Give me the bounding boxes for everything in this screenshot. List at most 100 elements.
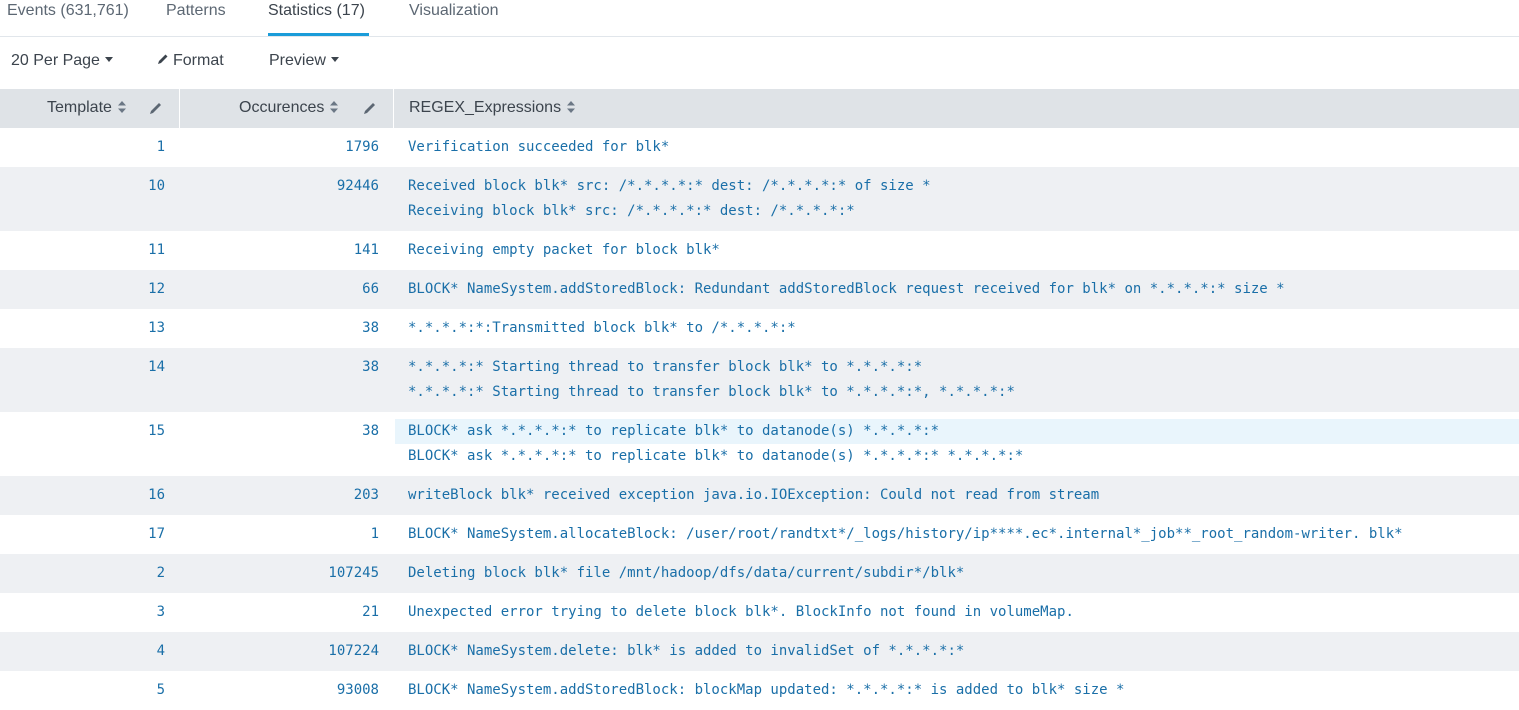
regex-line: BLOCK* NameSystem.addStoredBlock: blockM… [408,682,1125,698]
preview-dropdown[interactable]: Preview [269,51,339,71]
regex-cell: Deleting block blk* file /mnt/hadoop/dfs… [408,561,964,586]
table-row[interactable]: 5 93008 BLOCK* NameSystem.addStoredBlock: … [0,671,1519,710]
preview-label: Preview [269,52,326,69]
occurrences-cell: 203 [353,487,379,503]
table-body: 1 1796 Verification succeeded for blk* 10 92… [0,128,1519,710]
table-row[interactable]: 17 1 BLOCK* NameSystem.allocateBlock: /use… [0,515,1519,554]
regex-cell: *.*.*.*:* Starting thread to transfer bl… [408,355,1015,405]
caret-down-icon [104,57,113,63]
table-row[interactable]: 10 92446 Received block blk* src: /*.*.*.*… [0,167,1519,231]
regex-cell: Verification succeeded for blk* [408,135,669,160]
template-cell: 12 [148,281,165,297]
regex-line: *.*.*.*:* Starting thread to transfer bl… [408,384,1015,400]
template-cell: 13 [148,320,165,336]
tab-patterns-label: Patterns [166,2,226,19]
template-cell: 10 [148,178,165,194]
regex-cell: BLOCK* NameSystem.allocateBlock: /user/r… [408,522,1403,547]
tab-patterns[interactable]: Patterns [166,0,226,36]
regex-line: Receiving block blk* src: /*.*.*.*:* des… [408,203,855,219]
occurrences-cell: 141 [353,242,379,258]
occurrences-cell: 93008 [336,682,379,698]
regex-line: Verification succeeded for blk* [408,139,670,155]
occurrences-cell: 38 [362,320,379,336]
column-header-regex-expressions[interactable]: REGEX_Expressions [409,89,576,128]
table-row[interactable]: 11 141 Receiving empty packet for block bl… [0,231,1519,270]
column-divider [393,89,394,128]
regex-cell: Unexpected error trying to delete block … [408,600,1074,625]
tab-events-label: Events (631,761) [7,2,129,19]
regex-cell: Receiving empty packet for block blk* [408,238,720,263]
occurrences-cell: 38 [362,359,379,375]
occurrences-cell: 1 [370,526,379,542]
regex-line: Deleting block blk* file /mnt/hadoop/dfs… [408,565,965,581]
template-cell: 15 [148,423,165,439]
regex-line: BLOCK* NameSystem.addStoredBlock: Redund… [408,281,1285,297]
table-row[interactable]: 2 107245 Deleting block blk* file /mnt/had… [0,554,1519,593]
regex-line: BLOCK* NameSystem.delete: blk* is added … [408,643,965,659]
table-row[interactable]: 15 38 BLOCK* ask *.*.*.*:* to replicate bl… [0,412,1519,476]
sort-icon [330,100,339,113]
tab-statistics[interactable]: Statistics (17) [268,0,369,36]
regex-cell: BLOCK* NameSystem.delete: blk* is added … [408,639,964,664]
tab-statistics-label: Statistics (17) [268,2,365,19]
tab-visualization[interactable]: Visualization [409,0,499,36]
occurrences-cell: 107224 [328,643,379,659]
per-page-dropdown[interactable]: 20 Per Page [11,51,113,71]
column-header-label: Occurences [239,99,325,116]
per-page-label: 20 Per Page [11,52,100,69]
table-header: Template Occurences REGEX_Expressions [0,89,1519,128]
table-row[interactable]: 4 107224 BLOCK* NameSystem.delete: blk* is… [0,632,1519,671]
table-row[interactable]: 13 38 *.*.*.*:*:Transmitted block blk* to … [0,309,1519,348]
regex-line: BLOCK* ask *.*.*.*:* to replicate blk* t… [408,423,940,439]
template-cell: 3 [156,604,165,620]
template-cell: 1 [156,139,165,155]
regex-cell: BLOCK* ask *.*.*.*:* to replicate blk* t… [408,419,1023,469]
column-header-template[interactable]: Template [47,89,126,128]
regex-cell: BLOCK* NameSystem.addStoredBlock: Redund… [408,277,1285,302]
regex-line: writeBlock blk* received exception java.… [408,487,1100,503]
table-row[interactable]: 16 203 writeBlock blk* received exception … [0,476,1519,515]
occurrences-cell: 92446 [336,178,379,194]
regex-line: *.*.*.*:* Starting thread to transfer bl… [408,359,923,375]
column-header-label: Template [47,99,112,116]
tab-visualization-label: Visualization [409,2,499,19]
tab-events[interactable]: Events (631,761) [7,0,129,36]
column-divider [179,89,180,128]
regex-cell: BLOCK* NameSystem.addStoredBlock: blockM… [408,678,1124,703]
format-label: Format [173,52,224,69]
occurrences-cell: 21 [362,604,379,620]
active-tab-indicator [268,33,369,36]
column-edit-pencil-icon[interactable] [149,101,163,115]
template-cell: 2 [156,565,165,581]
regex-cell: Received block blk* src: /*.*.*.*:* dest… [408,174,931,224]
template-cell: 16 [148,487,165,503]
regex-line: Unexpected error trying to delete block … [408,604,1074,620]
table-row[interactable]: 14 38 *.*.*.*:* Starting thread to transfe… [0,348,1519,412]
column-header-occurences[interactable]: Occurences [239,89,339,128]
caret-down-icon [330,57,339,63]
tab-bar: Events (631,761) Patterns Statistics (17… [0,0,1519,37]
format-button[interactable]: Format [157,51,224,71]
table-row[interactable]: 1 1796 Verification succeeded for blk* [0,128,1519,167]
occurrences-cell: 66 [362,281,379,297]
occurrences-cell: 107245 [328,565,379,581]
template-cell: 5 [156,682,165,698]
regex-line: Received block blk* src: /*.*.*.*:* dest… [408,178,931,194]
sort-icon [117,100,126,113]
sort-icon [567,100,576,113]
occurrences-cell: 1796 [345,139,379,155]
occurrences-cell: 38 [362,423,379,439]
regex-line: Receiving empty packet for block blk* [408,242,720,258]
table-row[interactable]: 12 66 BLOCK* NameSystem.addStoredBlock: Re… [0,270,1519,309]
regex-cell: *.*.*.*:*:Transmitted block blk* to /*.*… [408,316,796,341]
template-cell: 4 [156,643,165,659]
regex-line: *.*.*.*:*:Transmitted block blk* to /*.*… [408,320,796,336]
pencil-icon [158,54,168,64]
column-header-label: REGEX_Expressions [409,99,562,116]
regex-line: BLOCK* ask *.*.*.*:* to replicate blk* t… [408,448,1024,464]
template-cell: 14 [148,359,165,375]
table-row[interactable]: 3 21 Unexpected error trying to delete blo… [0,593,1519,632]
column-edit-pencil-icon[interactable] [363,101,377,115]
template-cell: 17 [148,526,165,542]
results-toolbar: 20 Per Page Format Preview [0,37,1519,89]
